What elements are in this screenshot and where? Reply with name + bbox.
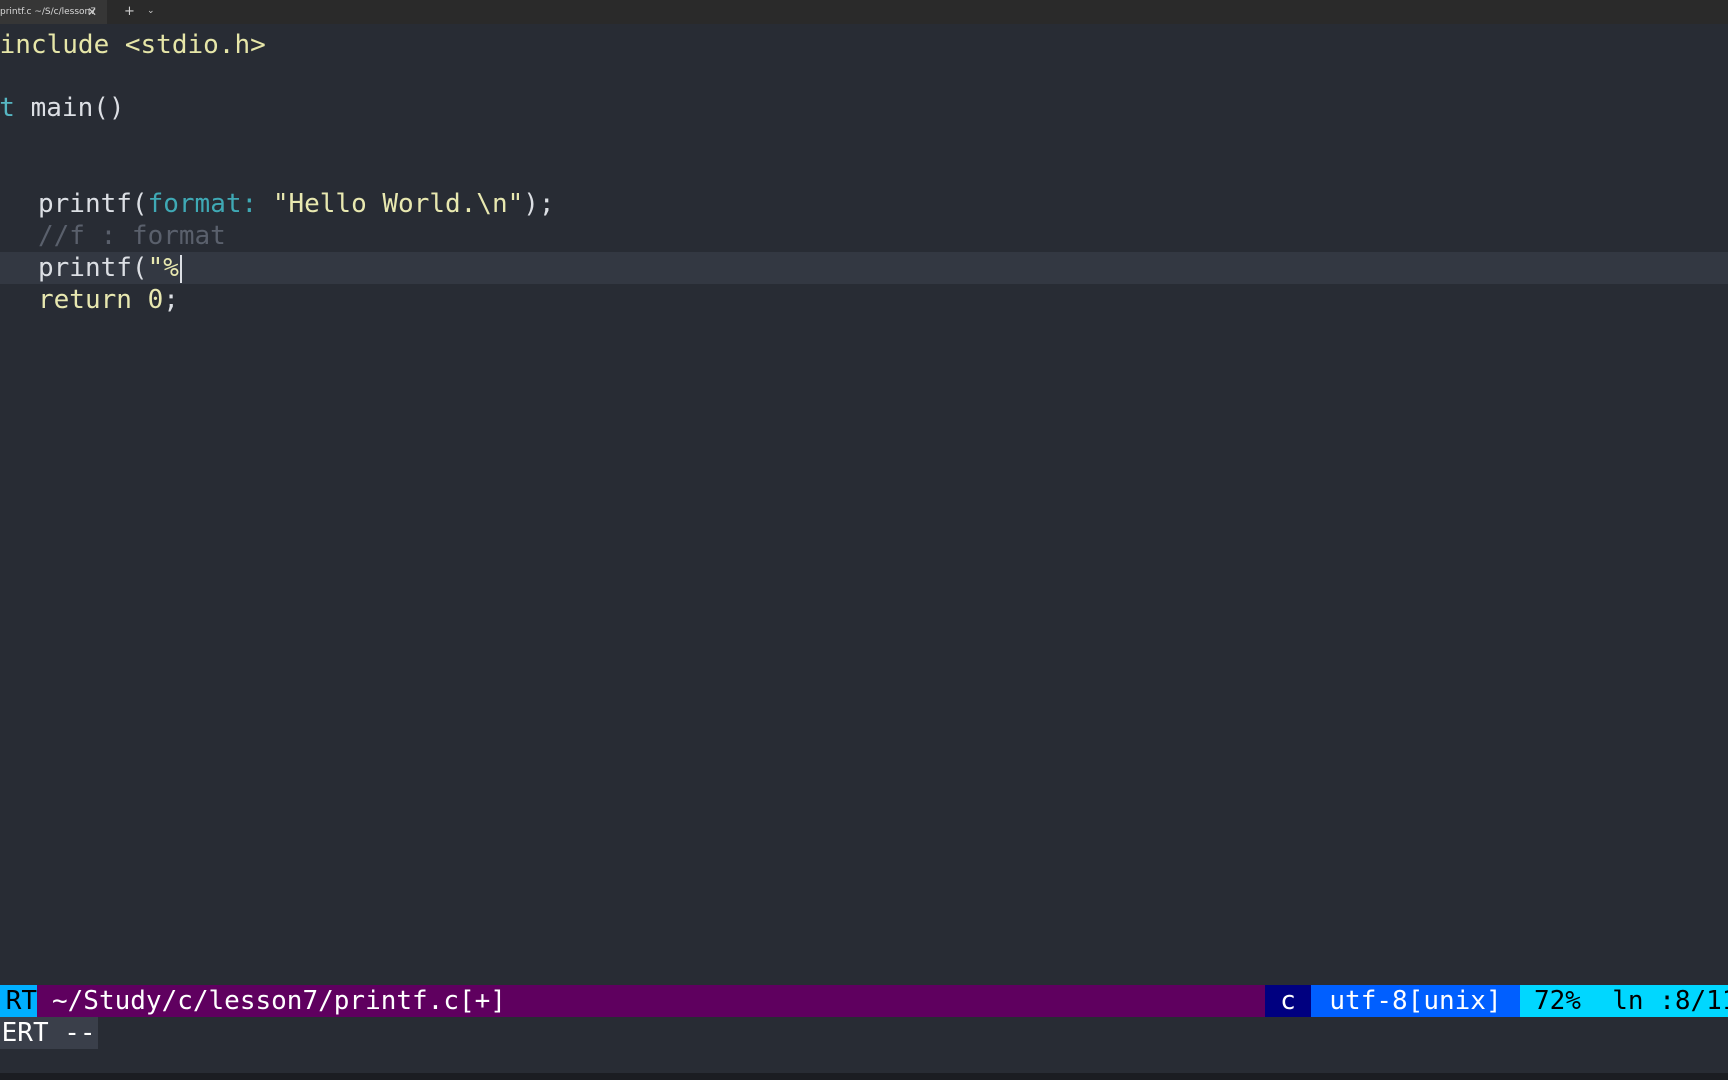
tab-title: printf.c ~/S/c/lesson7 [0, 7, 96, 17]
file-path: ~/Study/c/lesson7/printf.c[+] [52, 986, 506, 1016]
string-literal: "% [147, 253, 179, 283]
editor-buffer[interactable]: #include <stdio.h> int main() printf(for… [0, 29, 1728, 985]
new-tab-icon[interactable]: + [124, 4, 135, 20]
code-line: #include <stdio.h> [0, 29, 1728, 61]
code-line: int main() [0, 92, 1728, 124]
cursor-position: 72% ln :8/11≡ [1520, 985, 1728, 1017]
printf-call: printf("% [38, 252, 182, 284]
code-line: //f : format [0, 220, 1728, 252]
close-icon[interactable]: ✕ [87, 4, 97, 20]
encoding-indicator: utf-8[unix] [1311, 985, 1520, 1017]
command-line[interactable]: SERT -- [0, 1017, 1728, 1049]
chevron-down-icon[interactable]: ⌄ [147, 3, 155, 19]
mode-indicator: RT [0, 985, 37, 1017]
text-cursor [179, 254, 182, 283]
filetype-indicator: c [1265, 985, 1311, 1017]
type-keyword: int [0, 93, 15, 123]
tab-printf-c[interactable]: printf.c ~/S/c/lesson7 ✕ [0, 0, 107, 24]
window-bottom-border [0, 1073, 1728, 1080]
return-keyword: return [38, 285, 132, 315]
comment: //f : format [38, 221, 226, 251]
inlay-param-hint: format: [147, 189, 273, 219]
function-name: main() [14, 93, 125, 123]
function-call: printf( [38, 253, 148, 283]
punctuation: ); [523, 189, 555, 219]
code-line: return 0; [0, 284, 1728, 316]
function-signature: int main() [0, 92, 125, 124]
insert-mode-message: SERT -- [0, 1017, 98, 1049]
status-line: RT ~/Study/c/lesson7/printf.c[+] c utf-8… [0, 985, 1728, 1017]
printf-call: printf(format: "Hello World.\n"); [38, 188, 555, 220]
tab-bar: printf.c ~/S/c/lesson7 ✕ + ⌄ [0, 0, 1728, 24]
function-call: printf( [38, 189, 148, 219]
cursor-line: printf("% [0, 252, 1728, 284]
code-line: printf(format: "Hello World.\n"); [0, 188, 1728, 220]
string-literal: "Hello World.\n" [272, 189, 524, 219]
number-literal: 0 [131, 285, 164, 315]
preprocessor-directive: #include <stdio.h> [0, 30, 266, 60]
punctuation: ; [163, 285, 179, 315]
return-statement: return 0; [38, 284, 179, 316]
